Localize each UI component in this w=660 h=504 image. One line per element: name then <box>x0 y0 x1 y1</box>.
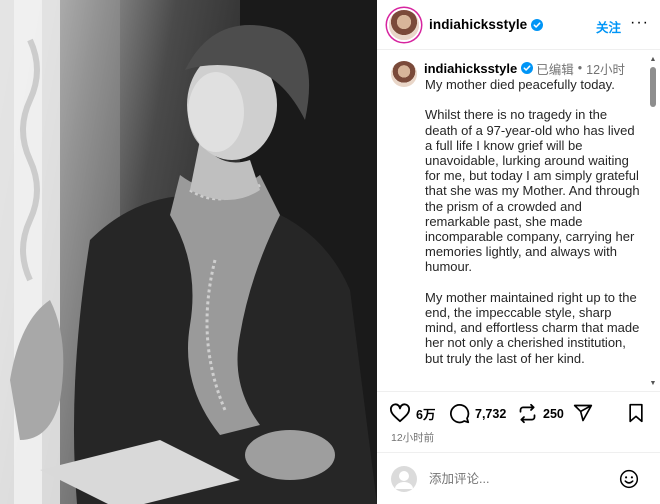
caption-avatar[interactable] <box>391 61 417 87</box>
author-avatar[interactable] <box>389 9 419 40</box>
repost-button[interactable]: 250 <box>517 403 564 424</box>
caption-area[interactable]: indiahicksstyle 已编辑 • 12小时 My mother die… <box>377 51 660 390</box>
separator-dot: • <box>577 61 583 75</box>
emoji-icon[interactable] <box>619 469 639 489</box>
caption-paragraph: My mother maintained right up to the end… <box>425 289 640 366</box>
default-avatar-icon <box>395 470 413 489</box>
repost-count: 250 <box>543 406 564 421</box>
comment-count: 7,732 <box>475 406 507 421</box>
heart-icon <box>389 403 410 423</box>
share-icon <box>573 404 593 422</box>
caption-paragraph: My mother died peacefully today. <box>425 77 615 92</box>
post-side-panel: indiahicksstyle 关注 ··· indiahicksstyle 已… <box>377 0 660 504</box>
verified-badge-icon <box>531 18 544 31</box>
edited-label: 已编辑 <box>536 62 574 77</box>
like-button[interactable]: 6万 <box>389 403 435 423</box>
comment-input[interactable] <box>429 471 609 486</box>
caption-text: My mother died peacefully today. Whilst … <box>425 77 643 381</box>
viewer-avatar <box>391 465 417 492</box>
save-button[interactable] <box>627 403 645 423</box>
action-bar: 6万 7,732 250 <box>377 391 660 435</box>
comment-bar <box>377 452 660 504</box>
caption-age: 12小时 <box>586 62 626 77</box>
share-button[interactable] <box>573 403 593 423</box>
scroll-down-icon[interactable]: ▼ <box>649 380 657 388</box>
comment-icon <box>450 404 470 424</box>
photo-illustration <box>0 0 377 504</box>
comment-button[interactable]: 7,732 <box>449 403 506 424</box>
scroll-thumb[interactable] <box>650 67 656 107</box>
bookmark-icon <box>629 403 643 423</box>
caption-username[interactable]: indiahicksstyle <box>424 61 517 76</box>
more-icon[interactable]: ··· <box>630 14 649 32</box>
follow-button[interactable]: 关注 <box>596 17 621 36</box>
post-photo[interactable] <box>0 0 377 504</box>
like-count: 6万 <box>416 407 436 422</box>
scroll-up-icon[interactable]: ▲ <box>649 56 657 64</box>
post-timestamp[interactable]: 12小时前 <box>391 430 434 445</box>
post-header: indiahicksstyle 关注 ··· <box>377 0 660 50</box>
caption-paragraph: Whilst there is no tragedy in the death … <box>425 107 640 275</box>
caption-scrollbar[interactable]: ▲ ▼ <box>649 56 657 388</box>
verified-badge-icon <box>521 62 534 74</box>
repost-icon <box>519 403 536 424</box>
author-username[interactable]: indiahicksstyle <box>429 17 527 32</box>
